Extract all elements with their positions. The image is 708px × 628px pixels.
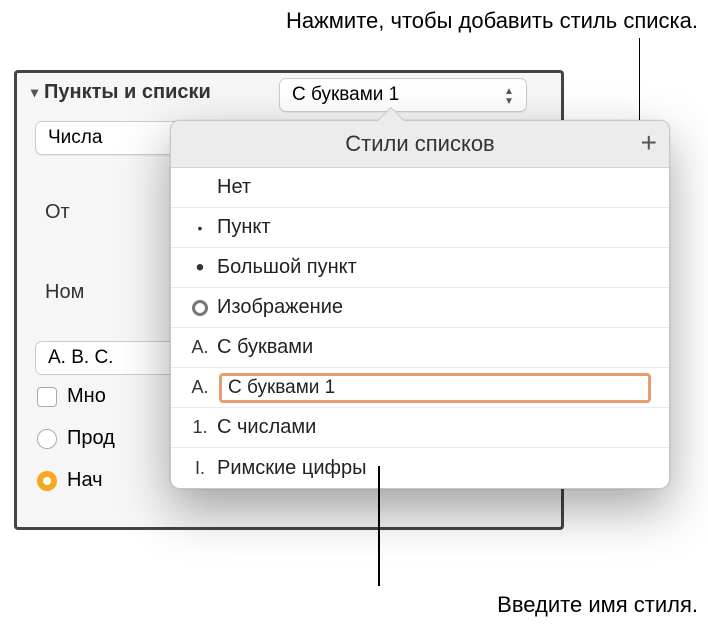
- letter-marker: A.: [189, 377, 211, 398]
- section-title: Пункты и списки: [44, 81, 211, 104]
- callout-add-style: Нажмите, чтобы добавить стиль списка.: [78, 8, 698, 34]
- style-label: Большой пункт: [217, 256, 357, 279]
- bullet-icon: •: [189, 220, 211, 236]
- label-tiered: Мно: [67, 385, 106, 408]
- leader-line-bottom: [378, 466, 380, 586]
- style-item-image[interactable]: Изображение: [171, 288, 669, 328]
- dropdown-value: С буквами 1: [292, 84, 399, 106]
- bullet-large-icon: •: [189, 258, 211, 278]
- numbers-label: Числа: [48, 127, 102, 149]
- style-item-big-bullet[interactable]: • Большой пункт: [171, 248, 669, 288]
- list-styles-popover: Стили списков + Нет • Пункт • Большой пу…: [170, 120, 670, 489]
- style-name-input[interactable]: С буквами 1: [219, 373, 651, 403]
- label-from: От: [45, 201, 70, 224]
- radio-continue[interactable]: [37, 429, 57, 449]
- style-label: Римские цифры: [217, 457, 366, 480]
- popover-title: Стили списков: [345, 131, 495, 156]
- label-start-from: Нач: [67, 469, 103, 492]
- style-label: Нет: [217, 176, 251, 199]
- updown-caret-icon: ▲ ▼: [498, 82, 520, 110]
- style-label: Изображение: [217, 296, 343, 319]
- style-list: Нет • Пункт • Большой пункт Изображение …: [171, 168, 669, 488]
- style-item-none[interactable]: Нет: [171, 168, 669, 208]
- format-label: A. B. C.: [48, 347, 113, 369]
- style-item-lettered[interactable]: A. С буквами: [171, 328, 669, 368]
- list-style-dropdown[interactable]: С буквами 1 ▲ ▼: [279, 78, 527, 112]
- style-label: Пункт: [217, 216, 271, 239]
- roman-marker: I.: [189, 458, 211, 479]
- style-label: С числами: [217, 416, 316, 439]
- style-item-roman[interactable]: I. Римские цифры: [171, 448, 669, 488]
- style-label: С буквами: [217, 336, 313, 359]
- popover-header: Стили списков +: [171, 121, 669, 168]
- callout-enter-name: Введите имя стиля.: [280, 592, 698, 618]
- image-bullet-icon: [189, 297, 211, 318]
- checkbox-tiered[interactable]: [37, 387, 57, 407]
- style-item-numbered[interactable]: 1. С числами: [171, 408, 669, 448]
- style-item-lettered-1-editing[interactable]: A. С буквами 1: [171, 368, 669, 408]
- add-style-button[interactable]: +: [641, 129, 657, 157]
- letter-marker: A.: [189, 337, 211, 358]
- label-number: Ном: [45, 281, 84, 304]
- style-item-bullet[interactable]: • Пункт: [171, 208, 669, 248]
- radio-start-from[interactable]: [37, 471, 57, 491]
- number-marker: 1.: [189, 417, 211, 438]
- disclosure-triangle-icon: ▾: [31, 84, 38, 101]
- label-continue: Прод: [67, 427, 115, 450]
